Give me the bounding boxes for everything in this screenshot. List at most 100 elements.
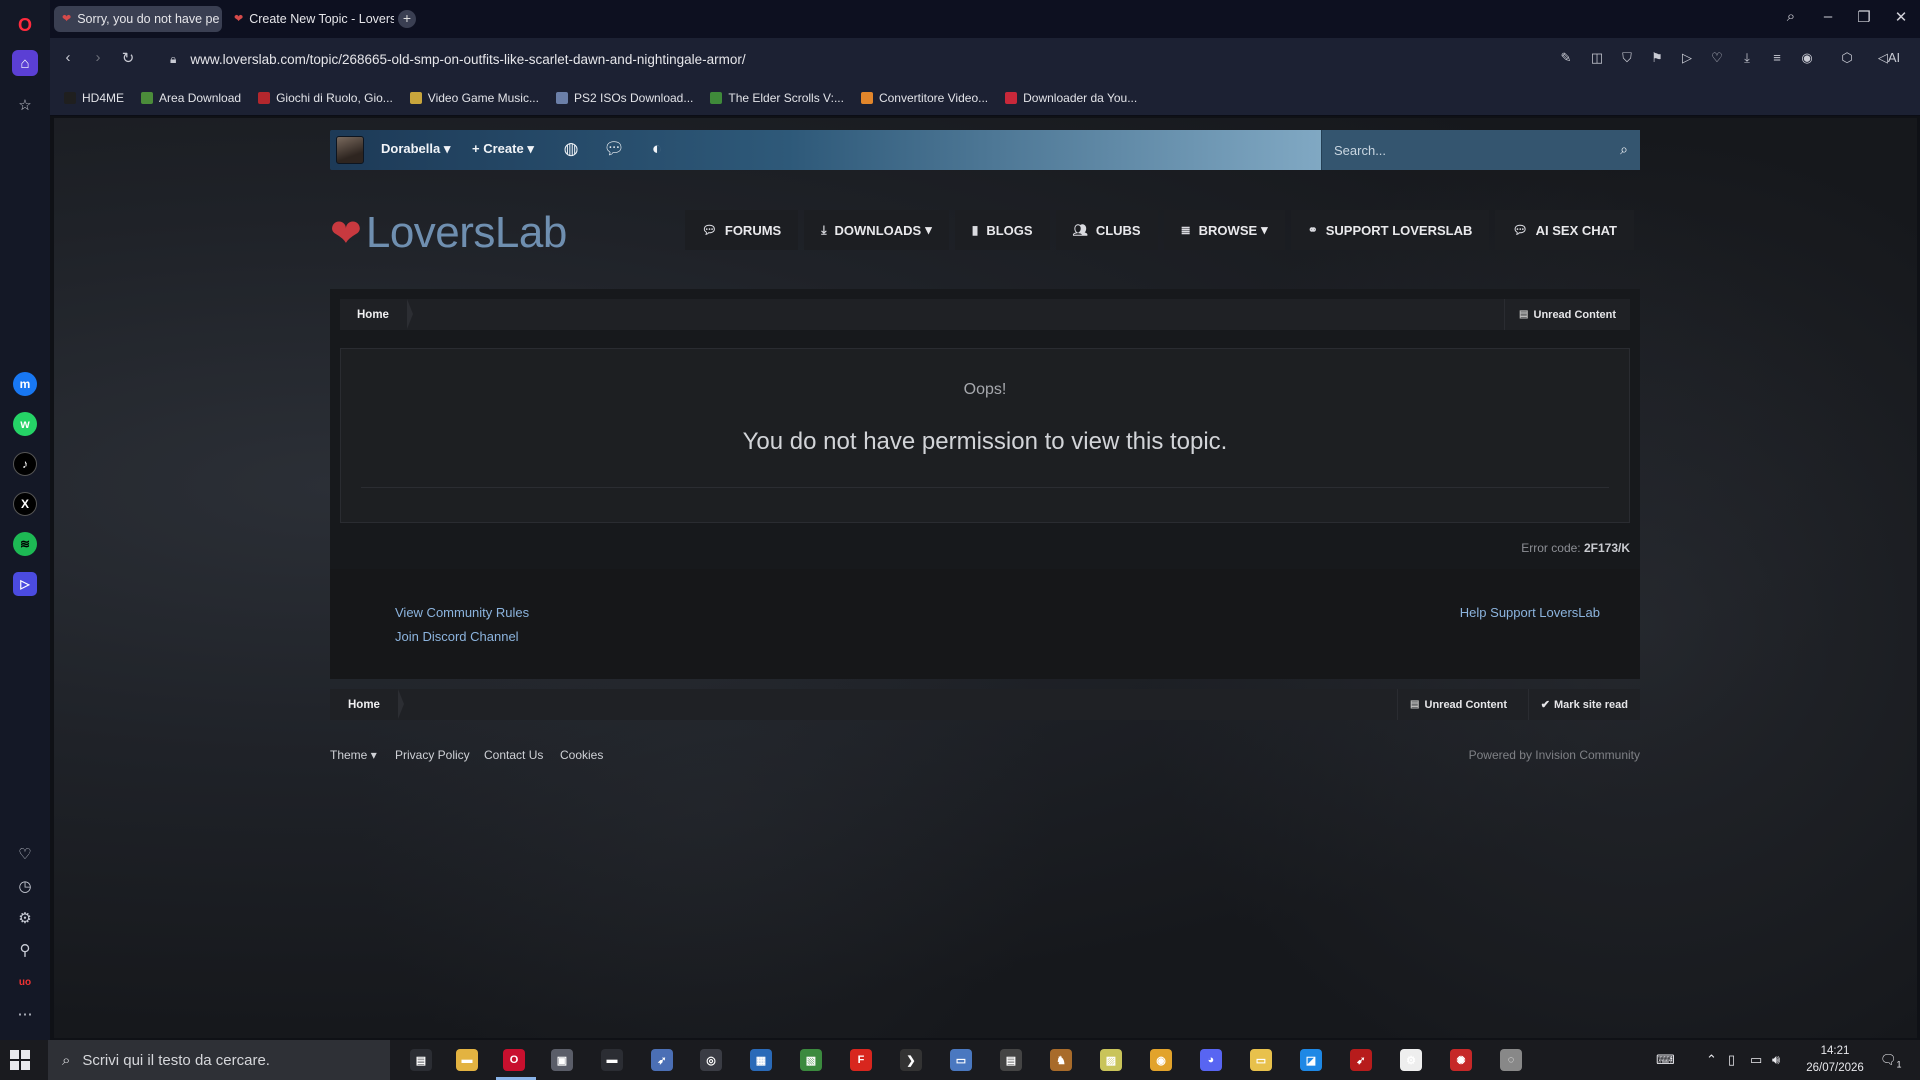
nav-item-forums[interactable]: 💬︎ FORUMS xyxy=(684,210,799,250)
create-menu[interactable]: + Create ▾ xyxy=(472,141,534,157)
profile-icon[interactable]: ◉ xyxy=(1798,50,1816,66)
messenger-icon[interactable]: m xyxy=(13,372,37,396)
home-icon[interactable]: ⌂ xyxy=(12,50,38,76)
nav-item-blogs[interactable]: ▮ BLOGS xyxy=(954,210,1050,250)
app-icon[interactable]: ✺ xyxy=(1450,1049,1472,1071)
download-icon[interactable]: ⤓ xyxy=(1738,50,1756,66)
heart-icon[interactable]: ♡ xyxy=(1708,50,1726,66)
community-rules-link[interactable]: View Community Rules xyxy=(395,605,529,620)
reload-icon[interactable]: ↻ xyxy=(118,49,138,67)
powered-by[interactable]: Powered by Invision Community xyxy=(1469,748,1640,762)
windows-start-icon[interactable] xyxy=(10,1050,30,1070)
tab-permission-error[interactable]: ❤ Sorry, you do not have pe xyxy=(54,6,222,32)
forward-icon[interactable]: › xyxy=(88,49,108,66)
back-icon[interactable]: ‹ xyxy=(58,49,78,66)
heart-icon[interactable]: ♡ xyxy=(12,841,38,867)
spotify-icon[interactable]: ≋ xyxy=(13,532,37,556)
app-icon[interactable]: ◪ xyxy=(1300,1049,1322,1071)
theme-toggle-icon[interactable]: ◐ xyxy=(646,139,668,159)
contact-link[interactable]: Contact Us xyxy=(484,748,543,762)
taskbar-search[interactable]: ⌕ Scrivi qui il testo da cercare. xyxy=(48,1040,390,1080)
star-icon[interactable]: ☆ xyxy=(12,92,38,118)
app-icon[interactable]: ➹ xyxy=(1350,1049,1372,1071)
app-icon[interactable]: ❯ xyxy=(900,1049,922,1071)
privacy-link[interactable]: Privacy Policy xyxy=(395,748,470,762)
app-icon[interactable]: ▤ xyxy=(1000,1049,1022,1071)
ublock-icon[interactable]: uo xyxy=(12,969,38,995)
bookmark-item[interactable]: Video Game Music... xyxy=(409,91,539,105)
avatar[interactable] xyxy=(336,136,364,164)
close-window-button[interactable]: ✕ xyxy=(1890,8,1912,26)
unread-content-link[interactable]: ▤ Unread Content xyxy=(1397,689,1519,720)
restore-button[interactable]: ❐ xyxy=(1853,8,1875,26)
shield-icon[interactable]: ⛉ xyxy=(1618,50,1636,66)
breadcrumb-home[interactable]: Home xyxy=(340,299,413,330)
minimize-button[interactable]: – xyxy=(1817,8,1839,25)
bookmark-item[interactable]: Downloader da You... xyxy=(1005,91,1137,105)
task-view-icon[interactable]: ▤ xyxy=(410,1049,432,1071)
history-icon[interactable]: ◷ xyxy=(12,873,38,899)
discord-icon[interactable]: ◕ xyxy=(1200,1049,1222,1071)
app-icon[interactable]: ◌ xyxy=(1500,1049,1522,1071)
player-icon[interactable]: ▷ xyxy=(13,572,37,596)
aria-ai-button[interactable]: ◁AI xyxy=(1874,50,1904,66)
app-icon[interactable]: ♞ xyxy=(1050,1049,1072,1071)
nav-item-ai-sex-chat[interactable]: 💬︎ AI SEX CHAT xyxy=(1495,210,1634,250)
discord-link[interactable]: Join Discord Channel xyxy=(395,629,519,644)
cookies-link[interactable]: Cookies xyxy=(560,748,603,762)
nvidia-icon[interactable]: ▬ xyxy=(601,1049,623,1071)
chrome-icon[interactable]: ◉ xyxy=(1150,1049,1172,1071)
bookmark-item[interactable]: Area Download xyxy=(141,91,241,105)
volume-icon[interactable]: 🔊︎ xyxy=(1772,1052,1780,1068)
edit-icon[interactable]: ✎ xyxy=(1557,50,1575,66)
tab-create-topic[interactable]: ❤ Create New Topic - Lovers xyxy=(226,6,394,32)
theme-menu[interactable]: Theme ▾ xyxy=(330,748,377,762)
unread-content-link[interactable]: ▤ Unread Content xyxy=(1504,299,1630,330)
bookmark-item[interactable]: Giochi di Ruolo, Gio... xyxy=(258,91,393,105)
url-field[interactable]: 🔒︎ www.loverslab.com/topic/268665-old-sm… xyxy=(170,44,1800,74)
app-icon[interactable]: ▦ xyxy=(750,1049,772,1071)
file-explorer-icon[interactable]: ▬ xyxy=(456,1049,478,1071)
play-icon[interactable]: ▷ xyxy=(1678,50,1696,66)
whatsapp-icon[interactable]: w xyxy=(13,412,37,436)
app-icon[interactable]: ▨ xyxy=(1100,1049,1122,1071)
support-link[interactable]: Help Support LoversLab xyxy=(1460,605,1600,620)
cube-icon[interactable]: ⬡ xyxy=(1838,50,1856,66)
clock[interactable]: 14:21 26/07/2026 xyxy=(1800,1043,1870,1077)
steam-icon[interactable]: ◎ xyxy=(700,1049,722,1071)
app-icon[interactable]: ▭ xyxy=(950,1049,972,1071)
nav-item-browse[interactable]: ≣ BROWSE ▾ xyxy=(1163,210,1285,250)
menu-icon[interactable]: ≡ xyxy=(1768,50,1786,65)
x-icon[interactable]: X xyxy=(13,492,37,516)
bookmark-item[interactable]: HD4ME xyxy=(64,91,124,105)
search-icon[interactable]: ⌕ xyxy=(1620,141,1628,158)
more-icon[interactable]: ⋯ xyxy=(12,1001,38,1027)
bookmark-item[interactable]: PS2 ISOs Download... xyxy=(555,91,693,105)
app-icon[interactable]: ▧ xyxy=(800,1049,822,1071)
app-icon[interactable]: ⚙ xyxy=(1400,1049,1422,1071)
app-icon[interactable]: F xyxy=(850,1049,872,1071)
lightbulb-icon[interactable]: ⚲ xyxy=(12,937,38,963)
settings-icon[interactable]: ⚙ xyxy=(12,905,38,931)
search-input[interactable] xyxy=(1334,139,1604,161)
camera-icon[interactable]: ◫ xyxy=(1588,50,1606,66)
messages-icon[interactable]: 💬︎ xyxy=(603,139,625,159)
nav-item-support-loverslab[interactable]: ⚭ SUPPORT LOVERSLAB xyxy=(1290,210,1490,250)
phone-icon[interactable]: ▯ xyxy=(1728,1052,1735,1068)
url-text[interactable]: www.loverslab.com/topic/268665-old-smp-o… xyxy=(190,52,745,67)
app-icon[interactable]: ➶ xyxy=(651,1049,673,1071)
keyboard-icon[interactable]: ⌨ xyxy=(1656,1052,1675,1068)
app-icon[interactable]: ▣ xyxy=(551,1049,573,1071)
nav-item-clubs[interactable]: 👥︎ CLUBS xyxy=(1055,210,1158,250)
folder-icon[interactable]: ▭ xyxy=(1250,1049,1272,1071)
chevron-up-icon[interactable]: ⌃ xyxy=(1706,1052,1717,1068)
bookmark-item[interactable]: The Elder Scrolls V:... xyxy=(710,91,844,105)
search-tabs-icon[interactable]: ⌕ xyxy=(1780,8,1802,25)
tiktok-icon[interactable]: ♪ xyxy=(13,452,37,476)
bookmark-item[interactable]: Convertitore Video... xyxy=(860,91,988,105)
network-icon[interactable]: ▭ xyxy=(1750,1052,1762,1068)
nav-item-downloads[interactable]: ⤓ DOWNLOADS ▾ xyxy=(804,210,949,250)
opera-logo-icon[interactable]: O xyxy=(12,12,38,38)
mark-site-read-link[interactable]: ✔ Mark site read xyxy=(1527,689,1640,720)
breadcrumb-home[interactable]: Home xyxy=(330,689,404,720)
